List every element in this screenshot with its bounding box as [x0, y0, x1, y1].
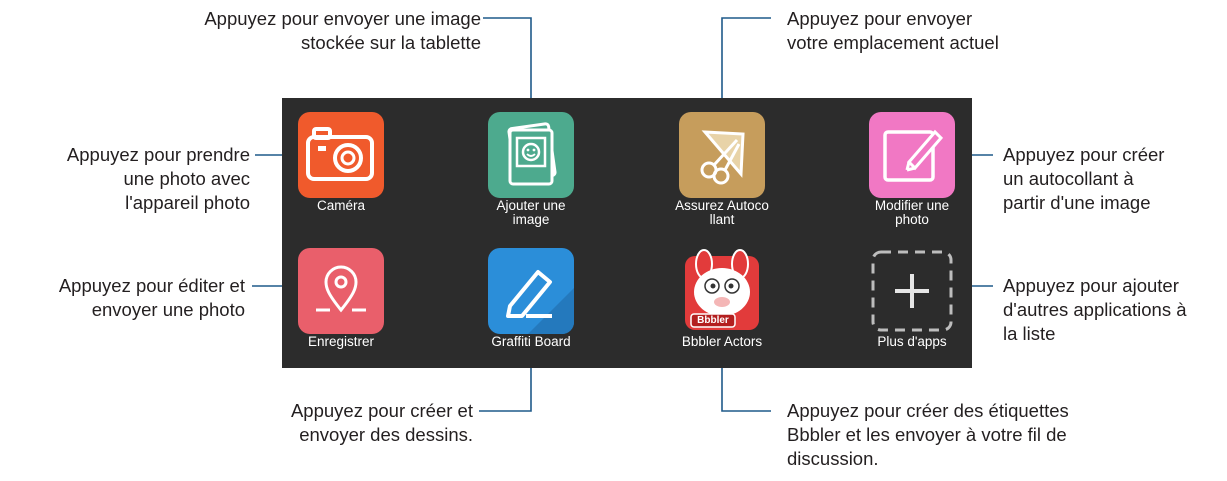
app-label-bbbler-actors: Bbbler Actors [681, 334, 763, 349]
app-sticker[interactable]: Assurez Autoco llant [663, 112, 783, 237]
app-label-camera: Caméra [316, 198, 365, 213]
edit-pencil-icon [883, 129, 944, 182]
app-panel: Caméra Ajouter une image Assurez Autoco … [282, 98, 972, 368]
callout-create-drawings: Appuyez pour créer et envoyer des dessin… [290, 400, 473, 445]
callout-send-stored-image: Appuyez pour envoyer une image stockée s… [204, 8, 481, 53]
app-edit-photo[interactable]: Modifier une photo [853, 112, 973, 237]
plus-icon [871, 250, 953, 332]
bbbler-tile: Bbbler [679, 248, 765, 334]
edit-photo-tile [869, 112, 955, 198]
callout-edit-send-photo: Appuyez pour éditer et envoyer une photo [58, 275, 245, 320]
app-add-image[interactable]: Ajouter une image [472, 112, 592, 237]
app-label-graffiti-board: Graffiti Board [491, 334, 571, 349]
location-pin-icon [316, 265, 366, 313]
app-bbbler-actors[interactable]: Bbbler Bbbler Actors [663, 248, 783, 373]
bbbler-badge-text: Bbbler [697, 315, 729, 326]
app-camera[interactable]: Caméra [282, 112, 402, 237]
callout-add-apps: Appuyez pour ajouter d'autres applicatio… [1003, 275, 1187, 344]
sticker-tile [679, 112, 765, 198]
callout-create-sticker: Appuyez pour créer un autocollant à part… [1003, 144, 1165, 213]
callout-take-photo: Appuyez pour prendre une photo avec l'ap… [66, 144, 250, 213]
graffiti-tile [488, 248, 574, 334]
photo-stack-icon [507, 122, 557, 186]
check-in-tile [298, 248, 384, 334]
camera-tile [298, 112, 384, 198]
app-label-check-in: Enregistrer [307, 334, 375, 349]
add-image-tile [488, 112, 574, 198]
app-check-in[interactable]: Enregistrer [282, 248, 402, 373]
app-label-sticker: Assurez Autoco llant [675, 198, 769, 227]
app-label-more-apps: Plus d'apps [877, 334, 947, 349]
app-graffiti-board[interactable]: Graffiti Board [472, 248, 592, 373]
app-label-add-image: Ajouter une image [496, 198, 566, 227]
scissors-sticker-icon [700, 130, 745, 185]
camera-icon [306, 127, 374, 181]
callout-send-location: Appuyez pour envoyer votre emplacement a… [787, 8, 999, 53]
more-apps-tile [869, 248, 955, 334]
app-label-edit-photo: Modifier une photo [874, 198, 950, 227]
callout-bbbler-labels: Appuyez pour créer des étiquettes Bbbler… [787, 400, 1069, 469]
app-more-apps[interactable]: Plus d'apps [853, 248, 973, 373]
marker-pen-icon [506, 270, 574, 334]
